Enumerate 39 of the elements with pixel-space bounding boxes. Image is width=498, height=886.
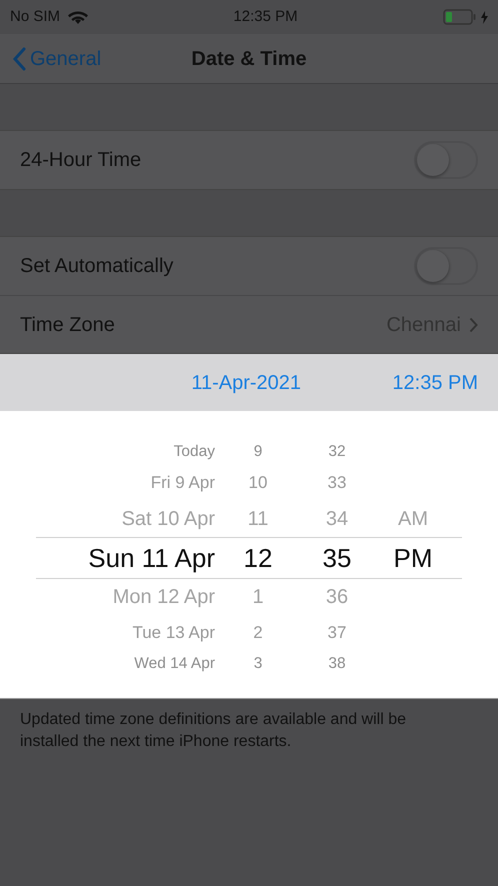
chevron-left-icon	[12, 47, 26, 71]
picker-hour[interactable]: 1	[215, 582, 301, 612]
picker-date[interactable]: Tue 13 Apr	[0, 620, 215, 646]
clock-label: 12:35 PM	[233, 6, 298, 27]
date-value[interactable]: 11-Apr-2021	[191, 372, 302, 394]
picker-date[interactable]: Fri 9 Apr	[0, 470, 215, 496]
picker-period[interactable]: PM	[373, 538, 453, 578]
picker-minute[interactable]: 36	[301, 582, 373, 612]
setting-label: Time Zone	[20, 312, 115, 338]
picker-date[interactable]: Today	[0, 440, 215, 464]
picker-minute[interactable]: 35	[301, 538, 373, 578]
picker-hour[interactable]: 10	[215, 470, 301, 496]
setting-label: Set Automatically	[20, 254, 174, 279]
picker-date[interactable]: Mon 12 Apr	[0, 582, 215, 612]
picker-hour[interactable]: 11	[215, 504, 301, 534]
picker-hour[interactable]: 12	[215, 538, 301, 578]
picker-hour[interactable]: 9	[215, 440, 301, 464]
chevron-right-icon	[469, 316, 478, 332]
screen-title: Date & Time	[191, 46, 307, 72]
picker-hour[interactable]: 3	[215, 652, 301, 676]
picker-date[interactable]: Sun 11 Apr	[36, 538, 215, 578]
wifi-icon	[68, 10, 88, 24]
picker-minute[interactable]: 38	[301, 652, 373, 676]
picker-minute[interactable]: 33	[301, 470, 373, 496]
footer-note: Updated time zone definitions are available and will be installed the next time iPhone restarts.	[0, 698, 498, 764]
picker-hour[interactable]: 2	[215, 620, 301, 646]
carrier-label: No SIM	[10, 6, 60, 27]
charging-bolt-icon	[480, 10, 488, 24]
picker-minute[interactable]: 32	[301, 440, 373, 464]
picker-minute[interactable]: 34	[301, 504, 373, 534]
setting-label: 24-Hour Time	[20, 148, 142, 173]
battery-icon	[442, 9, 477, 25]
picker-minute[interactable]: 37	[301, 620, 373, 646]
picker-period[interactable]: AM	[373, 504, 453, 534]
picker-date[interactable]: Wed 14 Apr	[0, 652, 215, 676]
toggle-switch[interactable]	[414, 141, 478, 179]
picker-date[interactable]: Sat 10 Apr	[0, 504, 215, 534]
toggle-switch[interactable]	[414, 247, 478, 285]
time-value[interactable]: 12:35 PM	[392, 368, 478, 398]
